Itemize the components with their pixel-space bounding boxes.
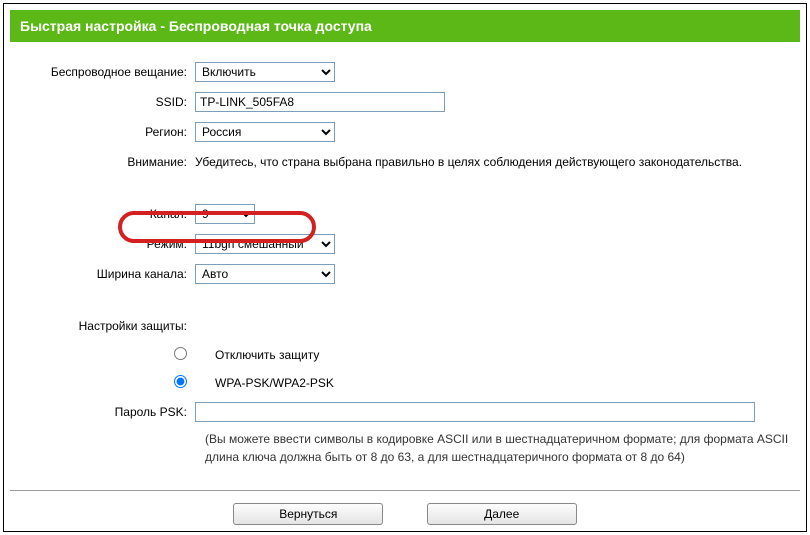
region-label: Регион: [10,125,195,139]
psk-password-label: Пароль PSK: [10,405,195,419]
channel-width-label: Ширина канала: [10,267,195,281]
security-disable-radio[interactable] [174,347,187,360]
warning-text: Убедитесь, что страна выбрана правильно … [195,153,742,171]
mode-label: Режим: [10,237,195,251]
back-button[interactable]: Вернуться [233,503,383,525]
wireless-broadcast-label: Беспроводное вещание: [10,65,195,79]
security-disable-label: Отключить защиту [195,348,319,362]
psk-help-text: (Вы можете ввести символы в кодировке AS… [10,430,800,466]
channel-width-select[interactable]: Авто [195,264,335,284]
security-wpa-label: WPA-PSK/WPA2-PSK [195,376,334,390]
mode-select[interactable]: 11bgn смешанный [195,234,335,254]
security-settings-label: Настройки защиты: [10,319,195,333]
channel-select[interactable]: 9 [195,204,255,224]
region-select[interactable]: Россия [195,122,335,142]
ssid-input[interactable] [195,92,445,112]
next-button[interactable]: Далее [427,503,577,525]
channel-label: Канал: [10,207,195,221]
security-wpa-radio[interactable] [174,375,187,388]
warning-label: Внимание: [10,155,195,169]
ssid-label: SSID: [10,95,195,109]
wireless-broadcast-select[interactable]: Включить [195,62,335,82]
page-title: Быстрая настройка - Беспроводная точка д… [10,10,800,42]
psk-password-input[interactable] [195,402,755,422]
